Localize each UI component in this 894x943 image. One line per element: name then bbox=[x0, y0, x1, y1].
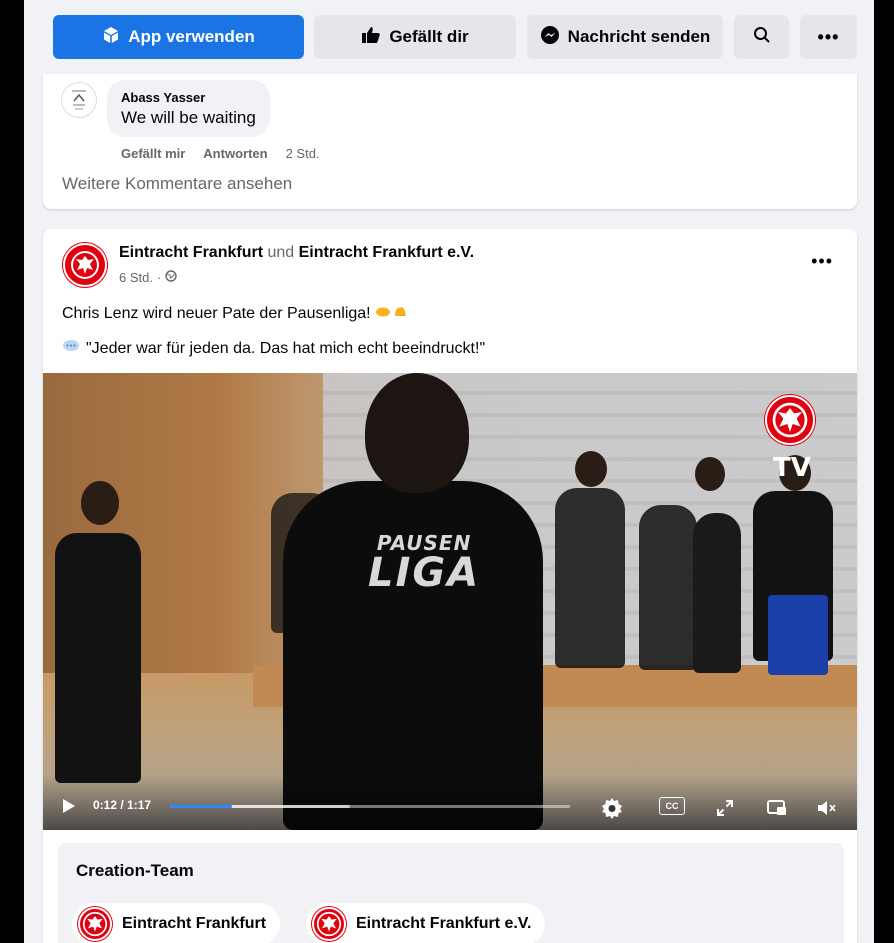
video-figure-head bbox=[695, 457, 725, 491]
speaker-muted-icon bbox=[818, 801, 836, 815]
use-app-button[interactable]: App verwenden bbox=[53, 15, 304, 59]
video-player[interactable]: PAUSEN LIGA TV 0:12 / 1:17 CC bbox=[43, 373, 857, 830]
video-figure-head bbox=[575, 451, 607, 487]
globe-icon bbox=[165, 270, 178, 285]
creation-team-member[interactable]: Eintracht Frankfurt bbox=[72, 903, 281, 943]
expand-icon bbox=[717, 800, 733, 816]
fullscreen-button[interactable] bbox=[711, 794, 739, 822]
facebook-page: App verwenden Gefällt dir Nachricht send… bbox=[24, 0, 874, 943]
post-card: Eintracht Frankfurt und Eintracht Frankf… bbox=[43, 229, 857, 943]
post-text-1: Chris Lenz wird neuer Pate der Pausenlig… bbox=[62, 305, 371, 322]
eagle-logo-icon bbox=[71, 251, 99, 279]
comment-actions: Gefällt mir Antworten 2 Std. bbox=[121, 146, 320, 161]
app-icon bbox=[102, 26, 120, 49]
comment-reply-link[interactable]: Antworten bbox=[203, 146, 267, 161]
post-author-avatar[interactable] bbox=[63, 243, 107, 287]
member-name: Eintracht Frankfurt bbox=[122, 915, 267, 932]
post-text-line-1: Chris Lenz wird neuer Pate der Pausenlig… bbox=[62, 304, 409, 323]
like-page-button[interactable]: Gefällt dir bbox=[314, 15, 516, 59]
shirt-print-bottom: LIGA bbox=[368, 550, 481, 596]
more-dots-icon: ••• bbox=[811, 251, 833, 271]
view-more-comments-link[interactable]: Weitere Kommentare ansehen bbox=[62, 174, 292, 194]
post-author-joiner: und bbox=[267, 244, 295, 261]
page-action-bar: App verwenden Gefällt dir Nachricht send… bbox=[24, 0, 874, 74]
video-figure-legs bbox=[768, 595, 828, 675]
commenter-avatar[interactable] bbox=[61, 82, 97, 118]
captions-button[interactable]: CC bbox=[659, 797, 685, 815]
post-time[interactable]: 6 Std. bbox=[119, 270, 153, 285]
post-header: Eintracht Frankfurt und Eintracht Frankf… bbox=[119, 244, 474, 262]
video-time: 0:12 / 1:17 bbox=[93, 798, 152, 812]
comment-like-link[interactable]: Gefällt mir bbox=[121, 146, 185, 161]
search-button[interactable] bbox=[734, 15, 789, 59]
more-options-button[interactable]: ••• bbox=[800, 15, 857, 59]
comment-bubble: Abass Yasser We will be waiting bbox=[107, 80, 270, 137]
speech-bubble-icon bbox=[62, 339, 80, 358]
video-progress-bar bbox=[170, 805, 233, 808]
thumbs-up-icon bbox=[361, 26, 381, 49]
video-figure bbox=[639, 505, 697, 670]
post-author-link[interactable]: Eintracht Frankfurt bbox=[119, 244, 263, 261]
play-button[interactable] bbox=[59, 796, 79, 816]
tv-label: TV bbox=[773, 453, 811, 483]
send-message-button[interactable]: Nachricht senden bbox=[527, 15, 723, 59]
video-figure bbox=[555, 488, 625, 668]
like-page-label: Gefällt dir bbox=[389, 27, 469, 46]
video-figure bbox=[55, 533, 141, 783]
search-icon bbox=[753, 26, 771, 49]
use-app-label: App verwenden bbox=[128, 27, 255, 46]
member-name: Eintracht Frankfurt e.V. bbox=[356, 915, 532, 932]
eintracht-tv-logo bbox=[765, 395, 815, 445]
eagle-logo-icon bbox=[316, 911, 342, 937]
send-message-label: Nachricht senden bbox=[567, 27, 711, 46]
comment-time[interactable]: 2 Std. bbox=[286, 146, 320, 161]
video-controls: 0:12 / 1:17 CC bbox=[43, 774, 857, 830]
handshake-emoji-icon bbox=[375, 305, 409, 322]
gear-icon bbox=[602, 798, 622, 819]
messenger-icon bbox=[540, 25, 560, 50]
post-text-line-2: "Jeder war für jeden da. Das hat mich ec… bbox=[62, 339, 485, 358]
video-scrubber[interactable] bbox=[170, 805, 570, 808]
comments-card: Abass Yasser We will be waiting Gefällt … bbox=[43, 74, 857, 209]
more-dots-icon: ••• bbox=[817, 26, 840, 47]
creation-team-box: Creation-Team Eintracht Frankfurt Eintra… bbox=[58, 843, 844, 943]
post-text-2: "Jeder war für jeden da. Das hat mich ec… bbox=[86, 339, 486, 357]
play-icon bbox=[63, 799, 75, 813]
mute-button[interactable] bbox=[813, 794, 841, 822]
settings-button[interactable] bbox=[598, 794, 626, 822]
meta-separator: · bbox=[156, 270, 162, 285]
creation-team-member[interactable]: Eintracht Frankfurt e.V. bbox=[306, 903, 546, 943]
video-figure-head bbox=[81, 481, 119, 525]
shirt-print: PAUSEN LIGA bbox=[368, 533, 480, 593]
video-figure bbox=[693, 513, 741, 673]
comment-author[interactable]: Abass Yasser bbox=[121, 90, 256, 105]
member-avatar bbox=[312, 907, 346, 941]
picture-in-picture-button[interactable] bbox=[763, 794, 791, 822]
eagle-logo-icon bbox=[772, 402, 808, 438]
post-meta: 6 Std. · bbox=[119, 270, 178, 285]
post-options-button[interactable]: ••• bbox=[811, 251, 833, 272]
video-main-figure-head bbox=[365, 373, 469, 493]
creation-team-title: Creation-Team bbox=[76, 861, 194, 880]
comment-text: We will be waiting bbox=[121, 108, 256, 127]
cc-icon: CC bbox=[665, 801, 679, 811]
eagle-logo-icon bbox=[82, 911, 108, 937]
member-avatar bbox=[78, 907, 112, 941]
post-coauthor-link[interactable]: Eintracht Frankfurt e.V. bbox=[299, 244, 474, 261]
pip-icon bbox=[767, 800, 786, 815]
